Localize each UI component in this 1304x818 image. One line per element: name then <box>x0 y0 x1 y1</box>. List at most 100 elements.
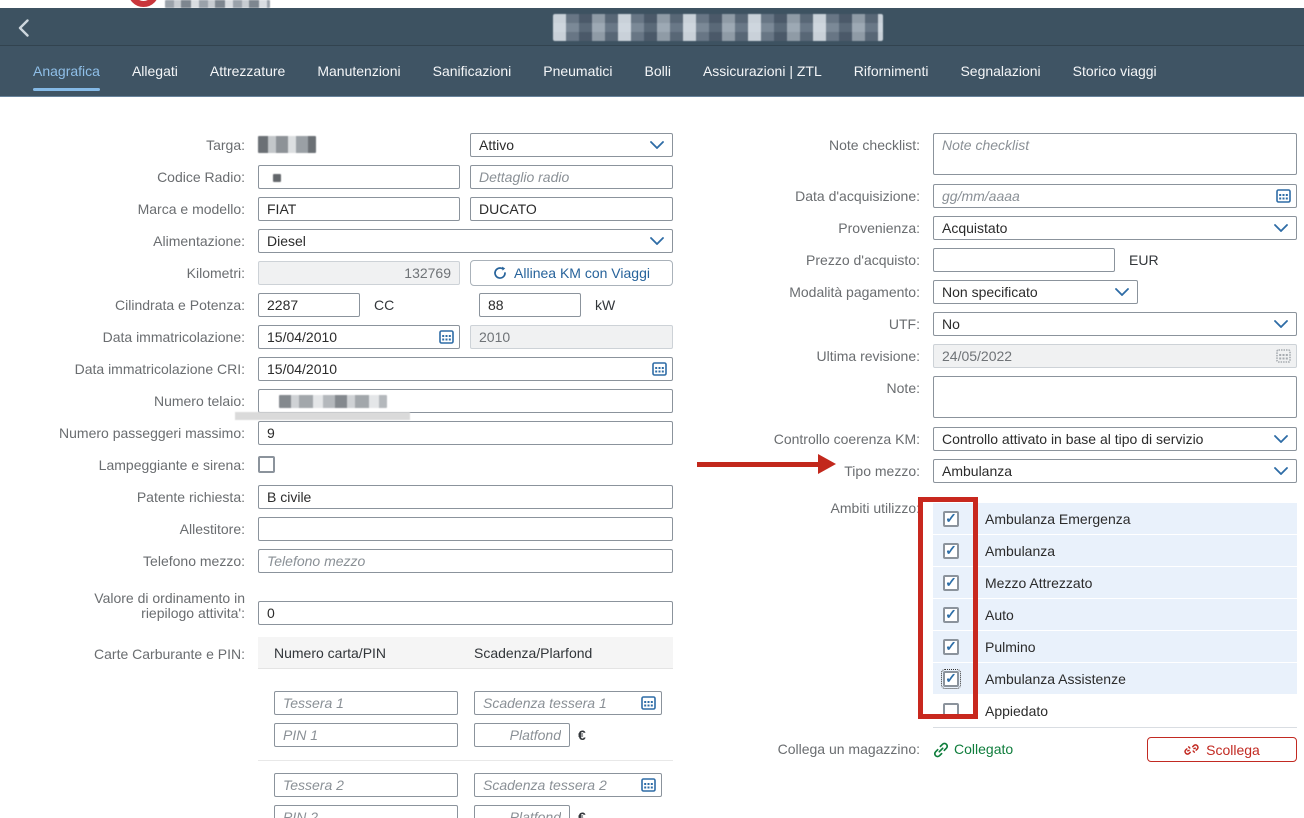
data-imm-label: Data immatricolazione: <box>0 325 258 349</box>
ambiti-item-ambulanza-emergenza[interactable]: Ambulanza Emergenza <box>933 503 1297 535</box>
chevron-down-icon <box>650 141 664 149</box>
fuel-card-table: Numero carta/PIN Scadenza/Plarfond <box>258 637 673 818</box>
ambiti-checkbox[interactable] <box>943 511 959 527</box>
collegato-link[interactable]: Collegato <box>933 737 1013 762</box>
potenza-input[interactable] <box>479 293 581 317</box>
ambiti-item-mezzo-attrezzato[interactable]: Mezzo Attrezzato <box>933 567 1297 599</box>
prezzo-label: Prezzo d'acquisto: <box>700 248 933 272</box>
back-button[interactable] <box>10 15 36 41</box>
row-data-immatricolazione-cri: Data immatricolazione CRI: <box>0 357 688 389</box>
codice-radio-value-redacted <box>273 174 281 182</box>
ambiti-item-auto[interactable]: Auto <box>933 599 1297 631</box>
codice-radio-input[interactable] <box>258 165 460 189</box>
marca-input[interactable] <box>258 197 460 221</box>
patente-input[interactable] <box>258 485 673 509</box>
pagamento-select[interactable]: Non specificato <box>933 280 1138 304</box>
tab-segnalazioni[interactable]: Segnalazioni <box>960 46 1040 97</box>
lampeggiante-checkbox[interactable] <box>258 456 275 473</box>
stato-select[interactable]: Attivo <box>470 133 673 157</box>
calendar-icon-disabled <box>1276 348 1291 366</box>
pin1-input[interactable] <box>274 723 458 747</box>
note-checklist-label: Note checklist: <box>700 133 933 157</box>
chevron-down-icon <box>1274 435 1288 443</box>
tab-bolli[interactable]: Bolli <box>645 46 671 97</box>
revisione-input <box>933 344 1297 368</box>
row-pagamento: Modalità pagamento: Non specificato <box>700 280 1304 312</box>
scollega-button[interactable]: Scollega <box>1147 737 1297 762</box>
tab-sanificazioni[interactable]: Sanificazioni <box>433 46 512 97</box>
chevron-left-icon <box>18 19 29 37</box>
passeggeri-input[interactable] <box>258 421 673 445</box>
ambiti-checkbox[interactable] <box>943 607 959 623</box>
calendar-icon[interactable] <box>1276 188 1291 206</box>
calendar-icon[interactable] <box>641 695 656 713</box>
platfond1-input[interactable] <box>474 723 570 747</box>
ambiti-item-pulmino[interactable]: Pulmino <box>933 631 1297 663</box>
tab-manutenzioni[interactable]: Manutenzioni <box>317 46 400 97</box>
ambiti-checkbox[interactable] <box>943 543 959 559</box>
row-data-acquisizione: Data d'acquisizione: <box>700 184 1304 216</box>
provenienza-select-value: Acquistato <box>942 220 1274 236</box>
ambiti-item-label: Auto <box>985 607 1014 623</box>
tab-anagrafica[interactable]: Anagrafica <box>33 46 100 97</box>
provenienza-select[interactable]: Acquistato <box>933 216 1297 240</box>
scadenza-tessera1-input[interactable] <box>474 691 662 715</box>
telaio-input[interactable] <box>258 389 673 413</box>
row-lampeggiante: Lampeggiante e sirena: <box>0 453 688 485</box>
acquisizione-input[interactable] <box>933 184 1297 208</box>
data-imm-cri-input[interactable] <box>258 357 673 381</box>
shell-header <box>0 8 1304 46</box>
pagamento-select-value: Non specificato <box>942 284 1115 300</box>
note-checklist-textarea[interactable] <box>933 133 1297 175</box>
tipo-mezzo-select[interactable]: Ambulanza <box>933 459 1297 483</box>
tab-attrezzature[interactable]: Attrezzature <box>210 46 285 97</box>
row-patente: Patente richiesta: <box>0 485 688 517</box>
pin2-input[interactable] <box>274 805 458 818</box>
calendar-icon[interactable] <box>641 777 656 795</box>
tab-allegati[interactable]: Allegati <box>132 46 178 97</box>
controllo-select[interactable]: Controllo attivato in base al tipo di se… <box>933 427 1297 451</box>
utf-select[interactable]: No <box>933 312 1297 336</box>
chevron-down-icon <box>1274 224 1288 232</box>
link-icon <box>933 742 949 758</box>
platfond2-input[interactable] <box>474 805 570 818</box>
tab-assicurazioni-ztl[interactable]: Assicurazioni | ZTL <box>703 46 822 97</box>
ambiti-checkbox[interactable] <box>943 703 959 719</box>
codice-radio-label: Codice Radio: <box>0 165 258 189</box>
telefono-input[interactable] <box>258 549 673 573</box>
prezzo-input[interactable] <box>933 248 1115 272</box>
scadenza-tessera2-input[interactable] <box>474 773 662 797</box>
tab-pneumatici[interactable]: Pneumatici <box>543 46 612 97</box>
tab-rifornimenti[interactable]: Rifornimenti <box>854 46 929 97</box>
calendar-icon[interactable] <box>652 361 667 379</box>
ambiti-item-ambulanza[interactable]: Ambulanza <box>933 535 1297 567</box>
org-logo <box>128 0 159 7</box>
tab-storico-viaggi[interactable]: Storico viaggi <box>1073 46 1157 97</box>
targa-value-redacted <box>258 136 316 153</box>
ambiti-item-appiedato[interactable]: Appiedato <box>933 695 1297 727</box>
allestitore-input[interactable] <box>258 517 673 541</box>
row-tipo-mezzo: Tipo mezzo: Ambulanza <box>700 459 1304 491</box>
modello-input[interactable] <box>470 197 673 221</box>
cilindrata-input[interactable] <box>258 293 360 317</box>
ambiti-checkbox[interactable] <box>943 575 959 591</box>
row-collega-magazzino: Collega un magazzino: Collegato Scollega <box>700 737 1304 769</box>
allinea-km-button[interactable]: Allinea KM con Viaggi <box>470 260 673 286</box>
dettaglio-radio-input[interactable] <box>470 165 673 189</box>
controllo-select-value: Controllo attivato in base al tipo di se… <box>942 431 1274 447</box>
pin1-row: € <box>274 723 673 755</box>
anno-immatricolazione-input <box>470 325 673 349</box>
ambiti-item-ambulanza-assistenze[interactable]: Ambulanza Assistenze <box>933 663 1297 695</box>
data-imm-input[interactable] <box>258 325 460 349</box>
tessera2-input[interactable] <box>274 773 458 797</box>
ambiti-checkbox[interactable] <box>943 671 959 687</box>
valore-ordinamento-input[interactable] <box>258 601 673 625</box>
right-form-panel: Note checklist: Data d'acquisizione: Pro… <box>700 133 1304 769</box>
alimentazione-select[interactable]: Diesel <box>258 229 673 253</box>
tessera1-input[interactable] <box>274 691 458 715</box>
calendar-icon[interactable] <box>439 329 454 347</box>
note-textarea[interactable] <box>933 376 1297 418</box>
ambiti-checkbox[interactable] <box>943 639 959 655</box>
stato-select-value: Attivo <box>479 137 650 153</box>
magazzino-label: Collega un magazzino: <box>700 737 933 761</box>
